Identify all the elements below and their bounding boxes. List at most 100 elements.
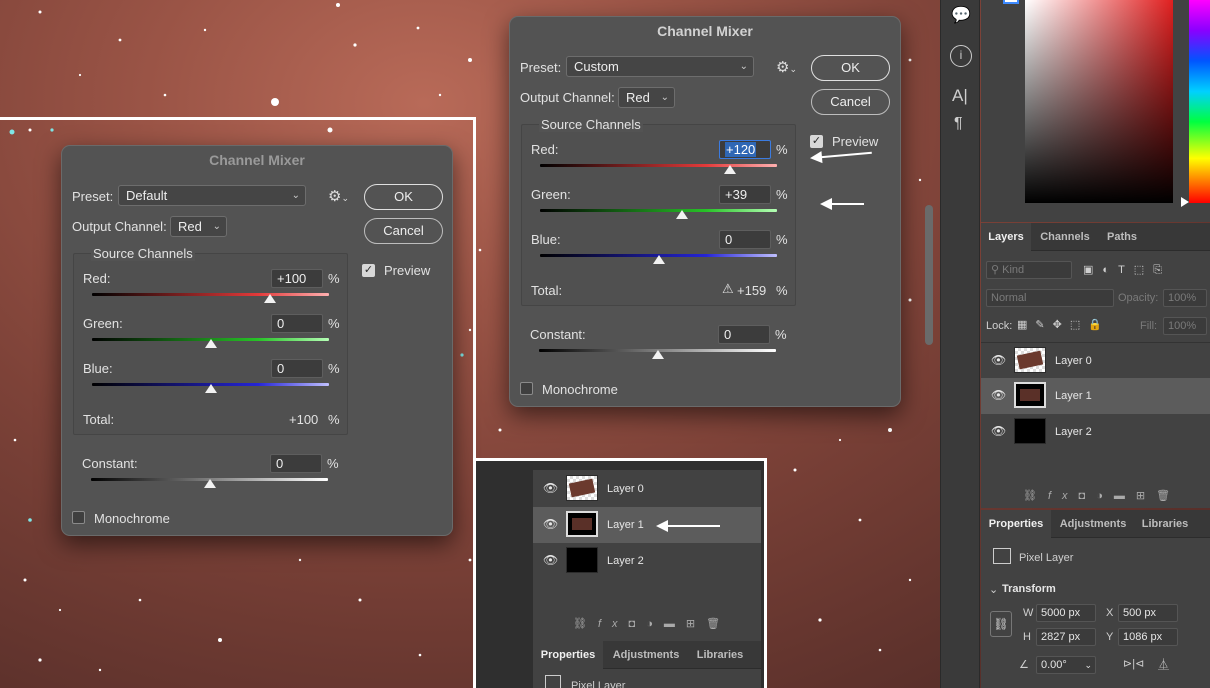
blue-slider-thumb[interactable] [204, 384, 217, 393]
tab-paths[interactable]: Paths [1098, 223, 1146, 251]
gear-icon[interactable]: ⚙⌄ [776, 58, 797, 76]
preset-select[interactable]: Default ⌄ [118, 185, 306, 206]
ok-button[interactable]: OK [811, 55, 890, 81]
tab-properties[interactable]: Properties [533, 641, 603, 669]
eye-icon[interactable]: 👁 [991, 353, 1006, 367]
new-layer-icon[interactable]: ⊞ [686, 618, 706, 630]
folder-icon[interactable]: ▬ [664, 618, 686, 630]
red-slider-track[interactable] [540, 164, 777, 167]
tab-libraries[interactable]: Libraries [1133, 510, 1197, 538]
y-input[interactable]: 1086 px [1118, 628, 1178, 646]
layer-row-1-selected[interactable]: 👁 Layer 1 [981, 378, 1210, 414]
output-channel-select[interactable]: Red ⌄ [618, 87, 675, 108]
blue-value-input[interactable]: 0 [271, 359, 323, 378]
link-icon[interactable]: ⛓ [573, 618, 598, 630]
angle-input[interactable]: 0.00° ⌄ [1036, 656, 1096, 674]
gear-icon[interactable]: ⚙⌄ [328, 187, 349, 205]
constant-slider-thumb[interactable] [203, 479, 216, 488]
monochrome-checkbox[interactable] [72, 511, 85, 524]
green-slider-thumb[interactable] [204, 339, 217, 348]
link-dimensions-icon[interactable]: ⛓ [990, 611, 1012, 637]
type-filter-icon[interactable]: T [1118, 264, 1134, 276]
blue-value-input[interactable]: 0 [719, 230, 771, 249]
lock-all-icon[interactable]: 🔒 [1088, 319, 1110, 331]
hue-slider[interactable] [1189, 0, 1210, 203]
lock-move-icon[interactable]: ✥ [1053, 319, 1070, 331]
x-input[interactable]: 500 px [1118, 604, 1178, 622]
red-slider-thumb[interactable] [263, 294, 276, 303]
tab-layers[interactable]: Layers [981, 223, 1031, 251]
trash-icon[interactable]: 🗑 [1156, 490, 1181, 502]
color-swatch[interactable] [1003, 0, 1019, 4]
constant-value-input[interactable]: 0 [718, 325, 770, 344]
fill-input[interactable]: 100% [1163, 317, 1207, 335]
trash-icon[interactable]: 🗑 [706, 618, 731, 630]
green-value-input[interactable]: 0 [271, 314, 323, 333]
fx-icon[interactable]: fx [598, 618, 629, 630]
fx-icon[interactable]: fx [1048, 490, 1079, 502]
cancel-button[interactable]: Cancel [811, 89, 890, 115]
eye-icon[interactable]: 👁 [543, 481, 558, 495]
ok-button[interactable]: OK [364, 184, 443, 210]
smart-filter-icon[interactable]: ⎘ [1153, 264, 1171, 276]
adjustment-icon[interactable]: ◑ [646, 618, 664, 630]
color-field[interactable] [1025, 0, 1173, 203]
red-slider-track[interactable] [92, 293, 329, 296]
info-icon[interactable]: i [950, 45, 972, 67]
blend-mode-select[interactable]: Normal [986, 289, 1114, 307]
layer-row-2[interactable]: 👁 Layer 2 [981, 414, 1210, 450]
lock-transparent-icon[interactable]: ▦ [1017, 319, 1035, 331]
transform-chevron-icon[interactable]: ⌄ [989, 583, 998, 596]
new-layer-icon[interactable]: ⊞ [1136, 490, 1156, 502]
comment-icon[interactable]: 💬 [951, 5, 971, 25]
image-filter-icon[interactable]: ▣ [1083, 264, 1102, 276]
cancel-button[interactable]: Cancel [364, 218, 443, 244]
hue-slider-arrow[interactable] [1181, 197, 1189, 207]
shape-filter-icon[interactable]: ⬚ [1134, 264, 1153, 276]
adjustment-icon[interactable]: ◑ [1096, 490, 1114, 502]
tab-libraries[interactable]: Libraries [685, 641, 755, 669]
layer-row-2[interactable]: 👁 Layer 2 [533, 543, 761, 579]
lock-paint-icon[interactable]: ✎ [1035, 319, 1052, 331]
opacity-input[interactable]: 100% [1163, 289, 1207, 307]
height-input[interactable]: 2827 px [1036, 628, 1096, 646]
character-icon[interactable]: A| [952, 86, 968, 106]
blue-slider-thumb[interactable] [652, 255, 665, 264]
preview-checkbox[interactable]: ✓ [810, 135, 823, 148]
tab-adjustments[interactable]: Adjustments [606, 641, 686, 669]
tab-adjustments[interactable]: Adjustments [1054, 510, 1132, 538]
green-slider-thumb[interactable] [676, 210, 689, 219]
eye-icon[interactable]: 👁 [543, 553, 558, 567]
preview-checkbox[interactable]: ✓ [362, 264, 375, 277]
filter-kind-select[interactable]: ⚲ Kind [986, 261, 1072, 279]
red-slider-thumb[interactable] [723, 165, 736, 174]
flip-horizontal-icon[interactable]: ⊳|⊲ [1123, 657, 1144, 670]
constant-slider-thumb[interactable] [651, 350, 664, 359]
tab-channels[interactable]: Channels [1033, 223, 1097, 251]
layer-row-1-selected[interactable]: 👁 Layer 1 [533, 507, 761, 543]
eye-icon[interactable]: 👁 [991, 388, 1006, 402]
preset-select[interactable]: Custom ⌄ [566, 56, 754, 77]
green-slider-track[interactable] [540, 209, 777, 212]
paragraph-icon[interactable]: ¶ [954, 115, 963, 133]
lock-artboard-icon[interactable]: ⬚ [1070, 319, 1088, 331]
eye-icon[interactable]: 👁 [543, 517, 558, 531]
tab-properties[interactable]: Properties [981, 510, 1051, 538]
adjust-filter-icon[interactable]: ◐ [1102, 264, 1118, 276]
canvas-scrollbar[interactable] [925, 205, 933, 345]
width-input[interactable]: 5000 px [1036, 604, 1096, 622]
output-channel-select[interactable]: Red ⌄ [170, 216, 227, 237]
red-value-input[interactable]: +100 [271, 269, 323, 288]
red-value-input[interactable]: +120 [719, 140, 771, 159]
folder-icon[interactable]: ▬ [1114, 490, 1136, 502]
eye-icon[interactable]: 👁 [991, 424, 1006, 438]
layer-row-0[interactable]: 👁 Layer 0 [981, 342, 1210, 378]
mask-icon[interactable]: ◘ [629, 618, 647, 630]
flip-vertical-icon[interactable]: ⏅ [1158, 656, 1169, 672]
green-value-input[interactable]: +39 [719, 185, 771, 204]
constant-value-input[interactable]: 0 [270, 454, 322, 473]
monochrome-checkbox[interactable] [520, 382, 533, 395]
layer-row-0[interactable]: 👁 Layer 0 [533, 471, 761, 507]
mask-icon[interactable]: ◘ [1079, 490, 1097, 502]
link-icon[interactable]: ⛓ [1023, 490, 1048, 502]
